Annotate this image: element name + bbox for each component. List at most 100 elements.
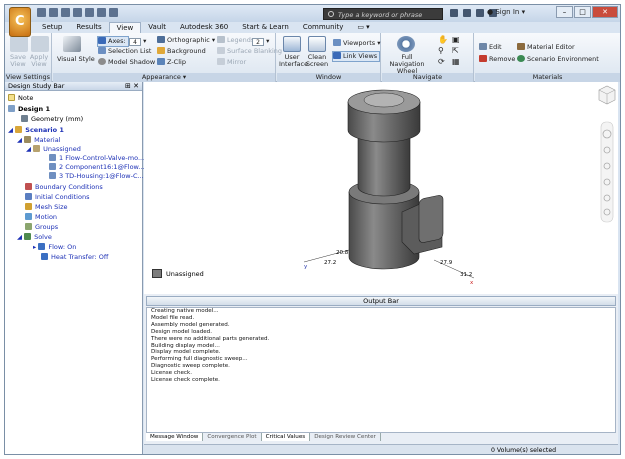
flow-icon — [38, 243, 46, 250]
navigation-wheel-icon — [397, 36, 415, 52]
tools-icon[interactable] — [463, 9, 471, 17]
save-view-button[interactable]: Save View — [8, 54, 28, 68]
zoom-icon[interactable]: ⚲ — [438, 46, 444, 55]
edit-material-button[interactable]: Edit — [479, 43, 502, 52]
selection-list-button[interactable]: Selection List — [98, 47, 151, 56]
mirror-icon — [217, 58, 225, 65]
scenario-environment-button[interactable]: Scenario Environment — [517, 55, 599, 64]
sign-in-link[interactable]: ● Sign In ▾ — [487, 8, 525, 16]
fit-icon[interactable]: ⇱ — [452, 46, 459, 55]
output-bar-header[interactable]: Output Bar — [146, 296, 616, 306]
tree-item-part-1[interactable]: 1 Flow-Control-Valve-mo... — [49, 154, 144, 163]
open-icon[interactable] — [49, 8, 58, 17]
full-navigation-wheel-button[interactable]: Full Navigation Wheel — [384, 54, 430, 75]
search-input[interactable]: Type a keyword or phrase — [323, 8, 443, 20]
pan-icon[interactable]: ✋ — [438, 35, 448, 44]
cube-icon — [157, 36, 165, 43]
customize-icon[interactable] — [109, 8, 118, 17]
selection-status: 0 Volume(s) selected — [491, 447, 557, 454]
z-clip-button[interactable]: Z-Clip — [157, 58, 186, 67]
mirror-button[interactable]: Mirror — [217, 58, 246, 67]
application-menu-button[interactable]: C — [9, 7, 31, 37]
log-line: Design model loaded. — [151, 328, 213, 335]
tree-item-mesh-size[interactable]: Mesh Size — [25, 203, 68, 212]
tree-item-groups[interactable]: Groups — [25, 223, 58, 232]
output-bar: Output Bar Creating native model... Mode… — [144, 294, 618, 454]
tree-item-flow[interactable]: ▸ Flow: On — [33, 243, 76, 252]
legends-spinner[interactable]: 2 ▾ — [252, 37, 269, 46]
axis-y-label: y — [304, 264, 308, 270]
message-window[interactable]: Creating native model... Model file read… — [146, 307, 616, 433]
tab-results[interactable]: Results — [69, 22, 108, 33]
tree-item-unassigned[interactable]: ◢ Unassigned — [26, 145, 81, 154]
tab-start-learn[interactable]: Start & Learn — [235, 22, 296, 33]
legends-toggle[interactable]: Legends: — [217, 36, 256, 45]
maximize-button[interactable]: □ — [574, 6, 591, 18]
output-tabs: Message Window Convergence Plot Critical… — [146, 433, 381, 441]
close-button[interactable]: ✕ — [592, 6, 618, 18]
tree-item-initial-conditions[interactable]: Initial Conditions — [25, 193, 89, 202]
viewports-dropdown[interactable]: Viewports ▾ — [333, 39, 380, 48]
axes-spinner[interactable]: 4 ▾ — [129, 37, 146, 46]
dim-label: 27.9 — [440, 260, 453, 266]
pin-close-icons[interactable]: ⊞ ✕ — [125, 82, 139, 91]
ribbon-minimize-button[interactable]: ▭ ▾ — [350, 22, 376, 33]
log-line: License check complete. — [151, 377, 220, 384]
visual-style-button[interactable]: Visual Style — [57, 55, 95, 64]
new-icon[interactable] — [37, 8, 46, 17]
groups-icon — [25, 223, 32, 230]
tree-item-note[interactable]: Note — [8, 94, 33, 103]
tree-item-part-2[interactable]: 2 Component16:1@Flow... — [49, 163, 144, 172]
link-views-toggle[interactable]: Link Views — [332, 51, 381, 62]
log-line: There were no additional parts generated… — [151, 335, 270, 342]
tree-item-geometry[interactable]: Geometry (mm) — [21, 115, 83, 124]
material-editor-button[interactable]: Material Editor — [517, 43, 575, 52]
background-button[interactable]: Background — [157, 47, 206, 56]
log-line: Creating native model... — [151, 308, 219, 314]
clean-screen-button[interactable]: Clean Screen — [305, 54, 329, 68]
subscription-icon[interactable] — [476, 9, 484, 17]
print-icon[interactable] — [73, 8, 82, 17]
redo-icon[interactable] — [97, 8, 106, 17]
tree-item-motion[interactable]: Motion — [25, 213, 57, 222]
tab-message-window[interactable]: Message Window — [146, 433, 204, 441]
valve-model[interactable]: y x 20.8 27.2 27.9 31.2 — [144, 82, 594, 294]
search-icon — [328, 11, 334, 17]
tab-design-review-center[interactable]: Design Review Center — [310, 433, 381, 441]
orbit-icon[interactable]: ⟳ — [438, 57, 445, 66]
tab-view[interactable]: View — [108, 22, 142, 33]
tree-item-part-3[interactable]: 3 TD-Housing:1@Flow-C... — [49, 172, 144, 181]
axes-toggle[interactable]: Axes: — [97, 36, 129, 47]
apply-view-button[interactable]: Apply View — [29, 54, 49, 68]
graphics-viewport[interactable]: y x 20.8 27.2 27.9 31.2 Unassigned — [144, 82, 618, 294]
tab-community[interactable]: Community — [296, 22, 351, 33]
binoculars-icon[interactable] — [450, 9, 458, 17]
tab-critical-values[interactable]: Critical Values — [261, 433, 311, 441]
tree-item-material[interactable]: ◢ Material — [17, 136, 60, 145]
model-shadow-button[interactable]: Model Shadow — [98, 58, 155, 67]
tab-setup[interactable]: Setup — [35, 22, 69, 33]
undo-icon[interactable] — [85, 8, 94, 17]
surface-blanking-button[interactable]: Surface Blanking — [217, 47, 282, 56]
remove-material-button[interactable]: Remove — [479, 55, 515, 64]
zoom-window-icon[interactable]: ▣ — [452, 35, 460, 44]
log-line: Model file read. — [151, 314, 195, 321]
tree-item-heat-transfer[interactable]: Heat Transfer: Off — [41, 253, 108, 262]
user-interface-button[interactable]: User Interface — [279, 54, 308, 68]
shadow-icon — [98, 58, 106, 65]
tab-vault[interactable]: Vault — [141, 22, 173, 33]
look-at-icon[interactable]: ▦ — [452, 57, 460, 66]
log-line: License check. — [151, 370, 193, 377]
minimize-button[interactable]: – — [556, 6, 573, 18]
tab-autodesk-360[interactable]: Autodesk 360 — [173, 22, 235, 33]
log-line: Display model complete. — [151, 349, 221, 356]
tree-item-scenario[interactable]: ◢ Scenario 1 — [8, 126, 64, 135]
status-bar: 0 Volume(s) selected — [144, 444, 618, 454]
save-icon[interactable] — [61, 8, 70, 17]
tree-item-boundary-conditions[interactable]: Boundary Conditions — [25, 183, 103, 192]
tree-item-solve[interactable]: ◢ Solve — [17, 233, 52, 242]
orthographic-dropdown[interactable]: Orthographic ▾ — [157, 36, 215, 45]
tree-item-design[interactable]: Design 1 — [8, 105, 50, 114]
panel-label: View Settings — [5, 73, 51, 82]
tab-convergence-plot[interactable]: Convergence Plot — [203, 433, 262, 441]
